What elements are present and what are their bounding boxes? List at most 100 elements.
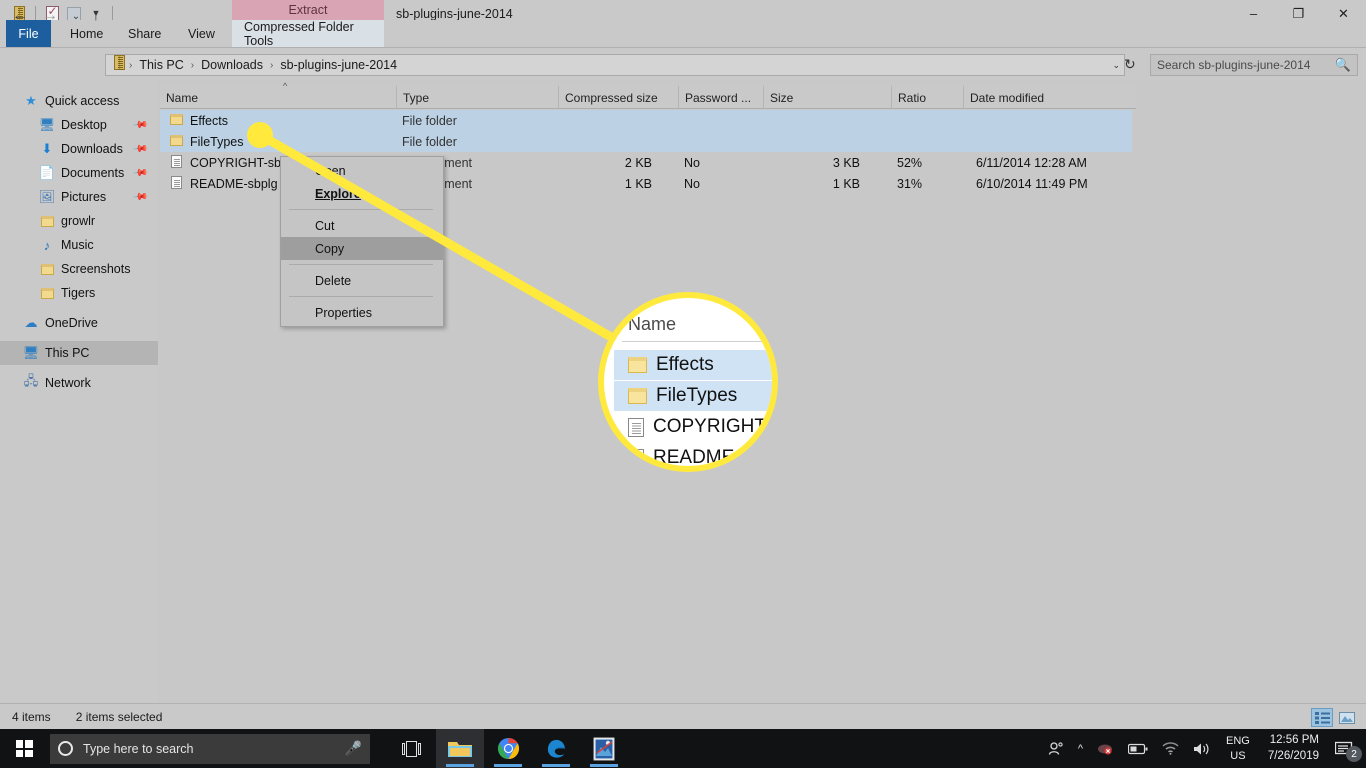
sidebar-label-onedrive: OneDrive: [45, 316, 98, 330]
sidebar-item-pictures[interactable]: 🖼 Pictures 📌: [0, 185, 158, 209]
magnified-row-readme: README: [614, 443, 772, 468]
forward-button[interactable]: →: [38, 4, 62, 28]
table-row[interactable]: FileTypes File folder: [160, 131, 1132, 152]
breadcrumb-bar[interactable]: › This PC › Downloads › sb-plugins-june-…: [105, 54, 1125, 76]
back-button[interactable]: ←: [8, 4, 32, 28]
language-code: ENG: [1225, 734, 1250, 747]
sidebar-item-growlr[interactable]: growlr: [0, 209, 158, 233]
clock[interactable]: 12:56 PM 7/26/2019: [1258, 733, 1329, 764]
photos-icon: [593, 737, 615, 760]
sidebar-item-quick-access[interactable]: ★ Quick access: [0, 89, 158, 113]
folder-icon: [38, 215, 56, 227]
pin-icon-desktop[interactable]: 📌: [131, 117, 148, 133]
people-icon[interactable]: [1041, 729, 1071, 768]
locale-code: US: [1230, 749, 1246, 762]
breadcrumb-this-pc[interactable]: This PC: [134, 58, 188, 72]
refresh-button[interactable]: ↻: [1124, 56, 1136, 73]
context-menu-item-open[interactable]: Open: [281, 159, 443, 182]
magnified-label-filetypes: FileTypes: [656, 385, 738, 406]
sidebar-label-music: Music: [61, 238, 94, 252]
search-input[interactable]: Type here to search 🎤: [50, 733, 370, 764]
magnified-label-readme: README: [653, 447, 735, 468]
context-menu-item-cut[interactable]: Cut: [281, 214, 443, 237]
cortana-circle-icon: [58, 741, 73, 756]
tab-view[interactable]: View: [176, 20, 227, 48]
sidebar-label-screenshots: Screenshots: [61, 262, 131, 276]
sidebar-item-onedrive[interactable]: ☁ OneDrive: [0, 311, 158, 335]
tab-share[interactable]: Share: [116, 20, 173, 48]
breadcrumb-current-folder[interactable]: sb-plugins-june-2014: [275, 58, 402, 72]
sidebar-item-downloads[interactable]: ⬇ Downloads 📌: [0, 137, 158, 161]
file-ratio: 31%: [897, 176, 923, 191]
context-menu-item-explore[interactable]: Explore: [281, 182, 443, 205]
breadcrumb-separator-2: ›: [269, 59, 274, 71]
clock-time: 12:56 PM: [1269, 733, 1319, 746]
file-name: README-sbplg: [190, 176, 278, 191]
callout-anchor-dot: [247, 122, 273, 148]
path-dropdown-icon[interactable]: ⌄: [1112, 60, 1120, 71]
notification-center-button[interactable]: 2: [1329, 729, 1366, 768]
sidebar-item-this-pc[interactable]: 🖥 This PC: [0, 341, 158, 365]
sidebar-item-music[interactable]: ♪ Music: [0, 233, 158, 257]
column-header-compressed-size[interactable]: Compressed size: [558, 86, 678, 109]
battery-icon[interactable]: [1121, 729, 1155, 768]
photos-button[interactable]: [580, 729, 628, 768]
context-menu-label-cut: Cut: [315, 218, 335, 233]
context-menu-item-delete[interactable]: Delete: [281, 269, 443, 292]
column-header-type[interactable]: Type: [396, 86, 558, 109]
context-menu-separator: [289, 264, 433, 265]
file-list-header: Name Type Compressed size Password ... S…: [160, 86, 1136, 109]
folder-icon: [170, 134, 183, 149]
sidebar-item-network[interactable]: 🖧 Network: [0, 371, 158, 395]
large-icons-view-button[interactable]: [1336, 708, 1358, 727]
pin-icon-documents[interactable]: 📌: [131, 165, 148, 181]
tab-compressed-folder-tools[interactable]: Compressed Folder Tools: [232, 20, 384, 48]
up-button[interactable]: ↑: [84, 4, 108, 28]
context-menu: Open Explore Cut Copy Delete Properties: [280, 156, 444, 327]
pin-icon-pictures[interactable]: 📌: [131, 189, 148, 205]
chevron-up-icon[interactable]: ^: [1071, 729, 1090, 768]
magnified-column-header: Name: [628, 314, 677, 334]
column-header-password[interactable]: Password ...: [678, 86, 763, 109]
breadcrumb-downloads[interactable]: Downloads: [196, 58, 268, 72]
file-compressed-size: 2 KB: [624, 155, 652, 170]
column-header-date-modified[interactable]: Date modified: [963, 86, 1136, 109]
onedrive-status-icon[interactable]: [1090, 729, 1121, 768]
context-menu-item-properties[interactable]: Properties: [281, 301, 443, 324]
this-pc-icon: 🖥: [22, 345, 40, 360]
file-date-modified: 6/10/2014 11:49 PM: [976, 176, 1088, 191]
column-header-name[interactable]: Name: [160, 86, 396, 109]
details-view-button[interactable]: [1311, 708, 1333, 727]
speaker-icon[interactable]: [1186, 729, 1218, 768]
context-menu-item-copy[interactable]: Copy: [281, 237, 443, 260]
column-header-ratio[interactable]: Ratio: [891, 86, 963, 109]
search-box[interactable]: Search sb-plugins-june-2014 🔍: [1150, 54, 1358, 76]
sidebar-item-tigers[interactable]: Tigers: [0, 281, 158, 305]
taskbar: Type here to search 🎤 ^ ENG US 12:56 PM …: [0, 729, 1366, 768]
pin-icon-downloads[interactable]: 📌: [131, 141, 148, 157]
chrome-button[interactable]: [484, 729, 532, 768]
search-input[interactable]: Search sb-plugins-june-2014: [1157, 58, 1335, 72]
microphone-icon[interactable]: 🎤: [345, 740, 362, 757]
sidebar-item-documents[interactable]: 📄 Documents 📌: [0, 161, 158, 185]
toolbar-divider-2: [112, 6, 113, 21]
breadcrumb-separator-1: ›: [190, 59, 195, 71]
task-view-button[interactable]: [388, 729, 436, 768]
sidebar-item-screenshots[interactable]: Screenshots: [0, 257, 158, 281]
edge-button[interactable]: [532, 729, 580, 768]
sidebar-label-quick-access: Quick access: [45, 94, 120, 108]
column-header-size[interactable]: Size: [763, 86, 891, 109]
wifi-icon[interactable]: [1155, 729, 1186, 768]
start-button[interactable]: [0, 729, 48, 768]
file-explorer-button[interactable]: [436, 729, 484, 768]
sidebar-item-desktop[interactable]: 🖥 Desktop 📌: [0, 113, 158, 137]
clock-date: 7/26/2019: [1267, 749, 1319, 762]
document-icon: [171, 175, 182, 192]
file-name: FileTypes: [190, 134, 244, 149]
desktop-icon: 🖥: [38, 117, 56, 132]
sort-caret-icon: ^: [283, 81, 288, 91]
folder-icon: [38, 263, 56, 275]
explorer-window: ▼ Extract sb-plugins-june-2014 – ❐ ✕ Fil…: [0, 0, 1366, 768]
language-indicator[interactable]: ENG US: [1218, 734, 1258, 764]
table-row[interactable]: Effects File folder: [160, 110, 1132, 131]
